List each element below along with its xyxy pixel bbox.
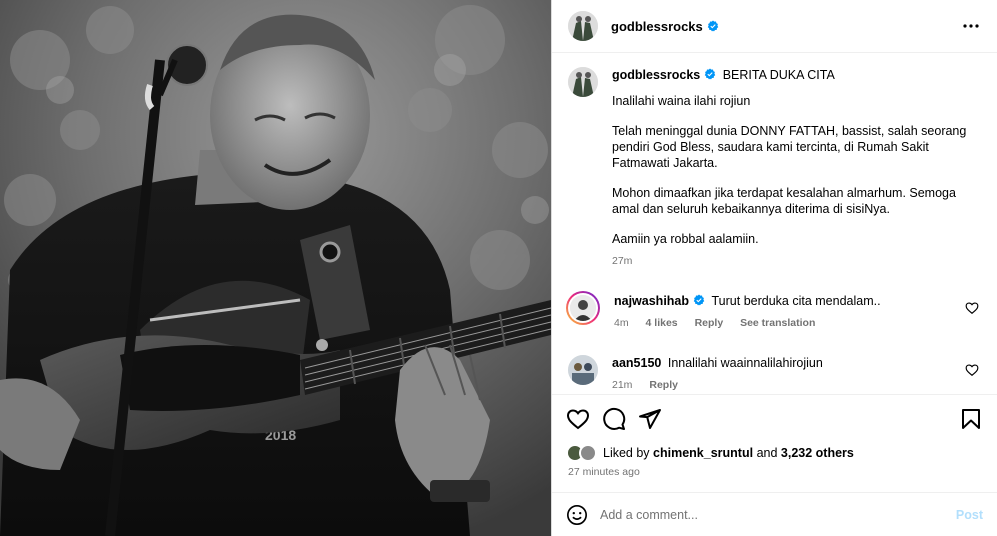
- caption-paragraph: Inalilahi waina ilahi rojiun: [612, 94, 751, 108]
- comment-icon[interactable]: [602, 407, 626, 431]
- caption-body: godblessrocks BERITA DUKA CITA Inalilahi…: [612, 67, 981, 269]
- story-ring[interactable]: [566, 291, 600, 325]
- caption-paragraph: Mohon dimaafkan jika terdapat kesalahan …: [612, 186, 956, 216]
- reply-button[interactable]: Reply: [649, 379, 678, 391]
- verified-badge-icon: [693, 294, 705, 306]
- comment-meta: 4m 4 likes Reply See translation: [614, 315, 981, 331]
- see-translation-button[interactable]: See translation: [740, 317, 815, 329]
- comment-username[interactable]: aan5150: [612, 356, 661, 370]
- comment-text: Turut berduka cita mendalam..: [711, 294, 881, 308]
- emoji-icon[interactable]: [566, 504, 588, 526]
- comment-body: aan5150 Innalilahi waainnalilahirojiun 2…: [612, 355, 981, 393]
- caption-avatar[interactable]: [568, 67, 598, 97]
- caption-username[interactable]: godblessrocks: [612, 68, 700, 82]
- likes-summary: Liked by chimenk_sruntul and 3,232 other…: [566, 443, 983, 463]
- liker-avatars: [566, 443, 600, 463]
- header-username[interactable]: godblessrocks: [611, 19, 703, 34]
- comment-time[interactable]: 21m: [612, 379, 632, 391]
- comment-meta: 21m Reply: [612, 377, 981, 393]
- like-comment-icon[interactable]: [965, 363, 979, 377]
- comment-text: Innalilahi waainnalilahirojiun: [667, 356, 823, 370]
- post-caption: godblessrocks BERITA DUKA CITA Inalilahi…: [568, 67, 981, 269]
- comment-username[interactable]: najwashihab: [614, 294, 689, 308]
- add-comment-bar: Post: [552, 492, 997, 536]
- post-actions: Liked by chimenk_sruntul and 3,232 other…: [552, 394, 997, 478]
- commenter-avatar[interactable]: [568, 355, 598, 385]
- caption-paragraph: Aamiin ya robbal aalamiin.: [612, 232, 759, 246]
- commenter-avatar: [570, 295, 596, 321]
- verified-badge-icon: [707, 20, 719, 32]
- comment-item: najwashihab Turut berduka cita mendalam.…: [566, 291, 981, 331]
- action-icons-row: [566, 407, 983, 431]
- bookmark-icon[interactable]: [959, 407, 983, 431]
- instagram-post-window: 2018 godblessrocks godblessrocks BERITA …: [0, 0, 997, 536]
- heart-icon[interactable]: [566, 407, 590, 431]
- add-comment-input[interactable]: [600, 507, 956, 522]
- more-options-icon[interactable]: [959, 14, 983, 38]
- caption-title: BERITA DUKA CITA: [722, 68, 835, 82]
- liked-by-user[interactable]: chimenk_sruntul: [653, 446, 753, 460]
- like-comment-icon[interactable]: [965, 301, 979, 315]
- caption-paragraph: Telah meninggal dunia DONNY FATTAH, bass…: [612, 124, 967, 170]
- post-header: godblessrocks: [552, 0, 997, 53]
- liker-avatar: [579, 444, 597, 462]
- post-side-panel: godblessrocks godblessrocks BERITA DUKA …: [551, 0, 997, 536]
- post-timestamp[interactable]: 27 minutes ago: [568, 466, 983, 478]
- liked-by-and: and: [756, 446, 778, 460]
- comment-likes[interactable]: 4 likes: [646, 317, 678, 329]
- comment-item: aan5150 Innalilahi waainnalilahirojiun 2…: [568, 355, 981, 393]
- post-photo: 2018: [0, 0, 551, 536]
- comments-section[interactable]: godblessrocks BERITA DUKA CITA Inalilahi…: [552, 53, 997, 394]
- reply-button[interactable]: Reply: [695, 317, 724, 329]
- comment-time[interactable]: 4m: [614, 317, 629, 329]
- post-comment-button[interactable]: Post: [956, 508, 983, 522]
- liked-by-prefix: Liked by: [603, 446, 650, 460]
- verified-badge-icon: [704, 68, 716, 80]
- caption-meta: 27m: [612, 253, 981, 269]
- share-icon[interactable]: [638, 407, 662, 431]
- liked-by-others[interactable]: 3,232 others: [781, 446, 854, 460]
- caption-time[interactable]: 27m: [612, 255, 632, 267]
- comment-body: najwashihab Turut berduka cita mendalam.…: [614, 293, 981, 331]
- account-avatar[interactable]: [568, 11, 598, 41]
